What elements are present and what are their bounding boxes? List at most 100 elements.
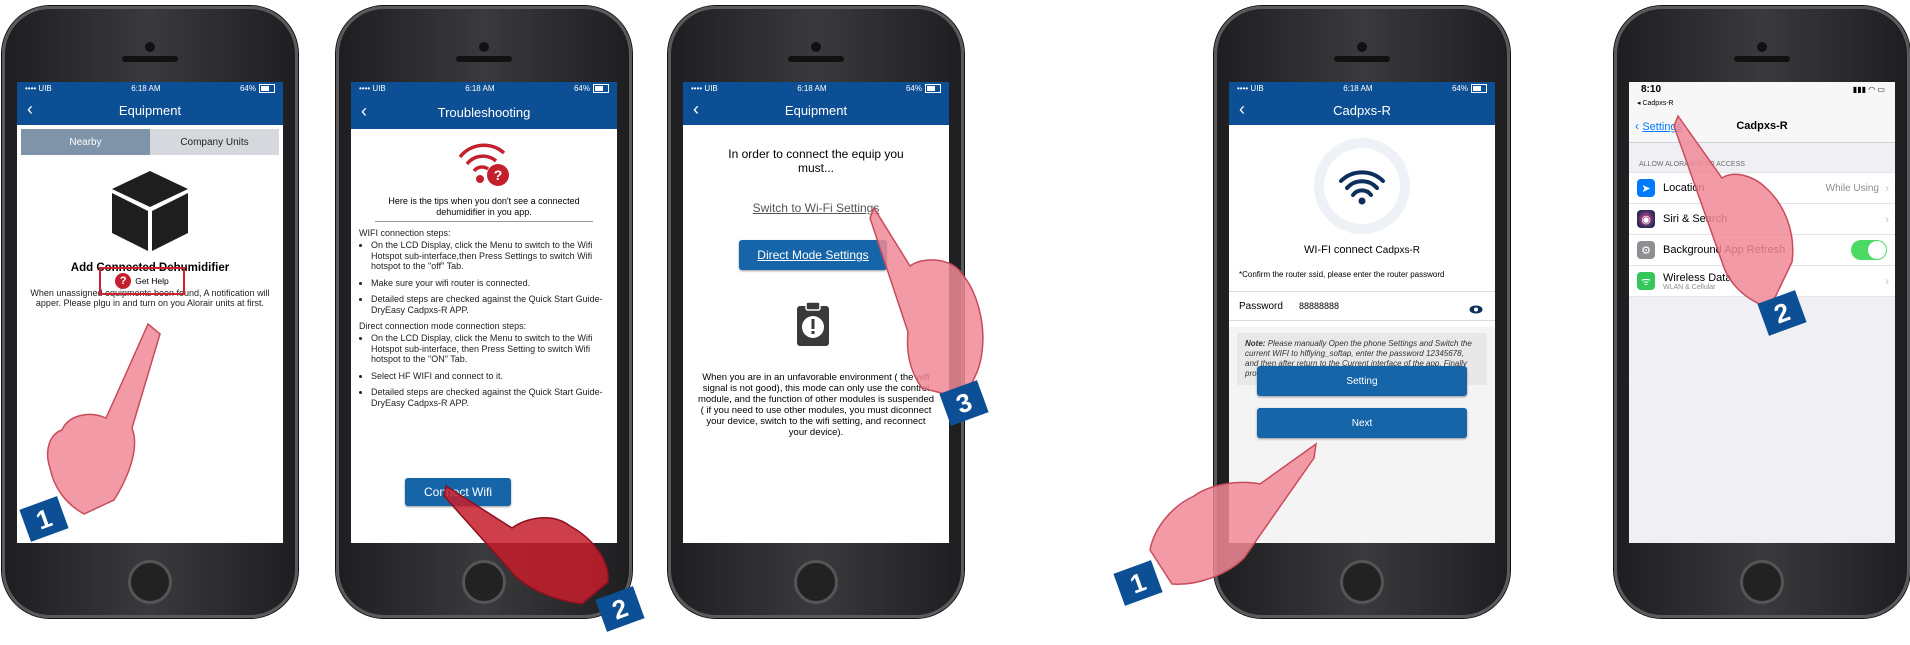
tab-company-units[interactable]: Company Units	[150, 129, 279, 155]
carrier-label: •••• UIB	[1237, 84, 1264, 93]
list-item: On the LCD Display, click the Menu to sw…	[371, 240, 617, 272]
phone-2: •••• UIB 6:18 AM 64% ‹ Troubleshooting ?…	[336, 6, 632, 618]
step-badge-4: 1	[1113, 560, 1163, 606]
clock: 6:18 AM	[1343, 84, 1373, 93]
home-button[interactable]	[128, 560, 172, 604]
list-item: Detailed steps are checked against the Q…	[371, 294, 617, 315]
direct-steps-heading: Direct connection mode connection steps:	[359, 321, 527, 331]
background-refresh-row: ⚙ Background App Refresh	[1629, 235, 1895, 266]
question-circle-icon: ?	[115, 273, 132, 289]
page-title: Equipment	[118, 102, 182, 118]
ios-status-bar: 8:10 ◂ Cadpxs-R ▮▮▮ ◠ ▭	[1629, 82, 1895, 112]
wifi-steps-list: On the LCD Display, click the Menu to sw…	[351, 240, 617, 315]
get-help-button[interactable]: ? Get Help	[99, 267, 185, 295]
battery-indicator: 64%	[906, 84, 941, 94]
home-button[interactable]	[1740, 560, 1784, 604]
page-title: Troubleshooting	[437, 104, 531, 120]
list-item: Detailed steps are checked against the Q…	[371, 387, 617, 408]
background-refresh-toggle[interactable]	[1851, 240, 1887, 260]
next-button[interactable]: Next	[1257, 408, 1467, 438]
chevron-right-icon: ›	[1885, 212, 1889, 226]
direct-mode-button[interactable]: Direct Mode Settings	[739, 240, 887, 270]
back-chevron-icon[interactable]: ‹	[361, 102, 367, 120]
speaker-slot	[456, 56, 512, 62]
wireless-data-row[interactable]: ᯤ Wireless Data WLAN & Cellular ›	[1629, 266, 1895, 297]
back-to-app-link[interactable]: ◂ Cadpxs-R	[1637, 99, 1674, 107]
intro-text: Here is the tips when you don't see a co…	[388, 196, 580, 217]
intro-text: In order to connect the equip you must..…	[728, 147, 904, 175]
svg-text:?: ?	[494, 167, 503, 183]
screen-connect-mode: •••• UIB 6:18 AM 64% ‹ Equipment In orde…	[683, 82, 949, 543]
camera-dot	[1357, 42, 1367, 52]
carrier-label: •••• UIB	[359, 84, 386, 93]
location-row[interactable]: ➤ Location While Using ›	[1629, 172, 1895, 204]
wifi-steps-heading: WIFI connection steps:	[359, 228, 451, 238]
home-button[interactable]	[462, 560, 506, 604]
setting-button[interactable]: Setting	[1257, 366, 1467, 396]
wifi-icon	[1229, 125, 1495, 240]
speaker-slot	[1334, 56, 1390, 62]
list-item: Make sure your wifi router is connected.	[371, 278, 617, 289]
back-chevron-icon[interactable]: ‹	[693, 100, 699, 118]
back-chevron-icon[interactable]: ‹	[1239, 100, 1245, 118]
home-button[interactable]	[794, 560, 838, 604]
phone-4: •••• UIB 6:18 AM 64% ‹ Cadpxs-R WI-FI co…	[1214, 6, 1510, 618]
speaker-slot	[788, 56, 844, 62]
signal-wifi-battery-icon: ▮▮▮ ◠ ▭	[1852, 85, 1885, 94]
carrier-label: •••• UIB	[691, 84, 718, 93]
list-item: Select HF WIFI and connect to it.	[371, 371, 617, 382]
back-chevron-icon[interactable]: ‹	[27, 100, 33, 118]
siri-row[interactable]: ◉ Siri & Search ›	[1629, 204, 1895, 235]
status-bar: •••• UIB 6:18 AM 64%	[351, 82, 617, 95]
clock: 8:10	[1641, 84, 1662, 95]
clipboard-alert-icon	[795, 300, 831, 353]
clock: 6:18 AM	[465, 84, 495, 93]
battery-indicator: 64%	[1452, 84, 1487, 94]
status-bar: •••• UIB 6:18 AM 64%	[683, 82, 949, 95]
page-title: Cadpxs-R	[1333, 102, 1391, 118]
location-arrow-icon: ➤	[1637, 179, 1655, 197]
wifi-connect-label: WI-FI connect Cadpxs-R	[1304, 244, 1420, 256]
nav-bar: ‹ Equipment	[683, 95, 949, 125]
cube-icon	[17, 169, 283, 258]
gear-icon: ⚙	[1637, 241, 1655, 259]
camera-dot	[1757, 42, 1767, 52]
section-header: ALLOW ALORAIR-R TO ACCESS	[1639, 161, 1745, 168]
clock: 6:18 AM	[131, 84, 161, 93]
list-item: On the LCD Display, click the Menu to sw…	[371, 333, 617, 365]
note-label: Note:	[1245, 339, 1266, 348]
tab-nearby[interactable]: Nearby	[21, 129, 150, 155]
antenna-icon: ᯤ	[1637, 272, 1655, 290]
chevron-right-icon: ›	[1885, 181, 1889, 195]
password-label: Password	[1239, 300, 1283, 312]
home-button[interactable]	[1340, 560, 1384, 604]
siri-icon: ◉	[1637, 210, 1655, 228]
wifi-error-icon: ?	[351, 139, 617, 192]
password-row: Password 88888888	[1229, 291, 1495, 321]
camera-dot	[811, 42, 821, 52]
get-help-label: Get Help	[135, 276, 169, 286]
screen-troubleshooting: •••• UIB 6:18 AM 64% ‹ Troubleshooting ?…	[351, 82, 617, 543]
eye-icon[interactable]	[1469, 301, 1483, 319]
nav-bar: ‹ Cadpxs-R	[1229, 95, 1495, 125]
battery-indicator: 64%	[240, 84, 275, 94]
connect-wifi-button[interactable]: Connect Wifi	[405, 478, 511, 506]
phone-3: •••• UIB 6:18 AM 64% ‹ Equipment In orde…	[668, 6, 964, 618]
page-title: Cadpxs-R	[1736, 120, 1788, 132]
nav-bar: ‹ Troubleshooting	[351, 95, 617, 129]
screen-wifi-connect: •••• UIB 6:18 AM 64% ‹ Cadpxs-R WI-FI co…	[1229, 82, 1495, 543]
password-field[interactable]: 88888888	[1299, 301, 1339, 311]
clock: 6:18 AM	[797, 84, 827, 93]
battery-indicator: 64%	[574, 84, 609, 94]
carrier-label: •••• UIB	[25, 84, 52, 93]
ios-nav-bar: ‹ Settings Cadpxs-R	[1629, 112, 1895, 143]
chevron-right-icon: ›	[1885, 274, 1889, 288]
speaker-slot	[1734, 56, 1790, 62]
nav-bar: ‹ Equipment	[17, 95, 283, 125]
confirm-text: *Confirm the router ssid, please enter t…	[1239, 270, 1445, 279]
status-bar: •••• UIB 6:18 AM 64%	[17, 82, 283, 95]
mode-note-text: When you are in an unfavorable environme…	[697, 372, 935, 438]
camera-dot	[145, 42, 155, 52]
wifi-settings-link[interactable]: Switch to Wi-Fi Settings	[683, 201, 949, 215]
wifi-header-card: WI-FI connect Cadpxs-R *Confirm the rout…	[1229, 125, 1495, 327]
